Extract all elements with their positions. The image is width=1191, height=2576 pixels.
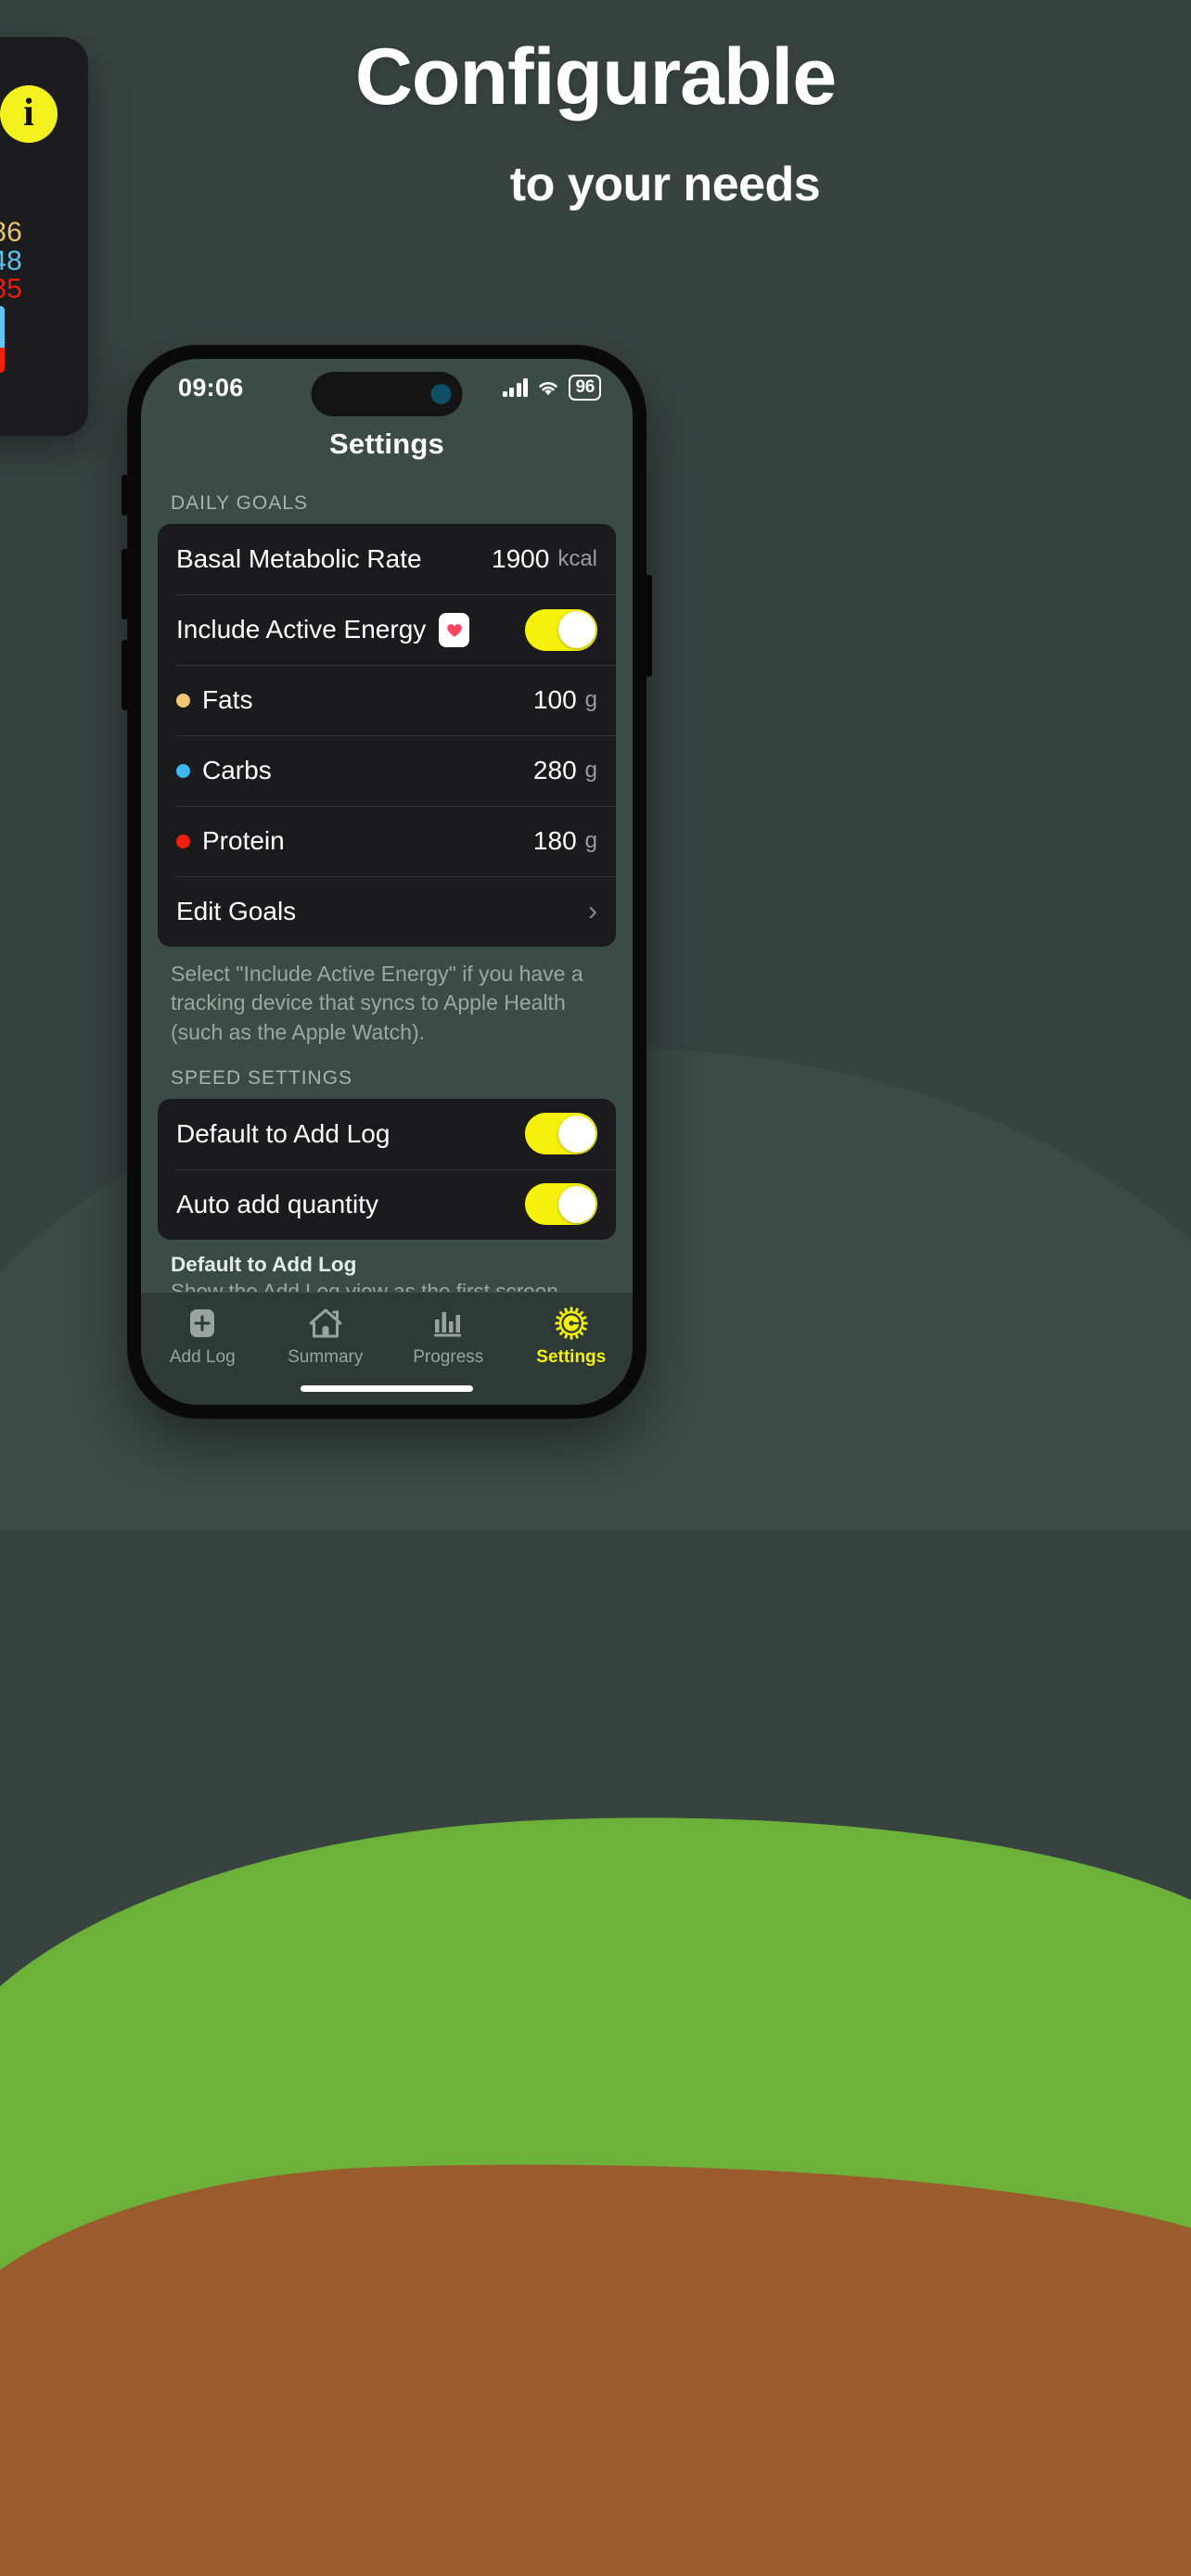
row-label: Edit Goals	[176, 897, 297, 925]
battery-indicator: 96	[569, 375, 601, 401]
row-basal-metabolic-rate[interactable]: Basal Metabolic Rate 1900 kcal	[158, 524, 616, 594]
tab-label: Settings	[536, 1347, 607, 1367]
toggle-auto-add-quantity[interactable]	[525, 1183, 597, 1226]
left-preview-numbers: 0 86 6 348 8 185	[0, 217, 88, 305]
screenshot-stage: i 0 86 6 348 8 185	[0, 0, 1191, 2576]
background-hill-brown	[0, 2141, 1191, 2576]
tab-label: Add Log	[169, 1347, 236, 1367]
status-bar-clock: 09:06	[178, 373, 244, 402]
tab-summary[interactable]: Summary	[264, 1306, 388, 1368]
row-protein[interactable]: Protein 180 g	[158, 806, 616, 876]
row-label: Auto add quantity	[176, 1189, 378, 1218]
tab-label: Progress	[413, 1347, 484, 1367]
left-num-fats-2: 86	[0, 217, 22, 248]
speed-settings-footnote-body-1: Show the Add Log view as the first scree…	[171, 1280, 558, 1292]
bar-chart-icon	[432, 1306, 464, 1341]
headline-primary: Configurable	[354, 32, 837, 121]
row-value: 180	[532, 826, 577, 855]
house-icon	[308, 1306, 343, 1341]
row-label: Basal Metabolic Rate	[176, 544, 422, 573]
left-preview-bar-chart	[0, 302, 5, 373]
row-label: Protein	[202, 826, 285, 855]
headline-secondary: to your needs	[509, 158, 821, 212]
protein-color-dot	[176, 834, 190, 848]
apple-health-heart-icon	[439, 612, 470, 647]
chevron-right-icon: ›	[588, 896, 597, 926]
row-value: 280	[532, 756, 577, 784]
toggle-default-to-add-log[interactable]	[525, 1113, 597, 1155]
plus-square-icon	[186, 1306, 218, 1341]
carbs-color-dot	[176, 763, 190, 778]
row-include-active-energy[interactable]: Include Active Energy	[158, 594, 616, 665]
front-camera-icon	[430, 384, 452, 404]
phone-device: 09:06 96 Settings DAILY GOALS Basal Meta…	[127, 345, 647, 1419]
toggle-include-active-energy[interactable]	[525, 608, 597, 651]
row-label: Default to Add Log	[176, 1118, 391, 1148]
row-unit: kcal	[557, 546, 597, 571]
row-unit: g	[584, 758, 597, 783]
phone-screen: 09:06 96 Settings DAILY GOALS Basal Meta…	[141, 359, 633, 1405]
left-num-protein-2: 185	[0, 274, 22, 305]
power-button[interactable]	[646, 575, 652, 677]
toggle-knob	[557, 1115, 596, 1153]
section-header-speed-settings: SPEED SETTINGS	[171, 1066, 353, 1089]
daily-goals-card: Basal Metabolic Rate 1900 kcal Include A…	[158, 524, 616, 947]
toggle-knob	[557, 611, 596, 648]
speed-settings-footnote: Default to Add Log Show the Add Log view …	[158, 1240, 616, 1292]
row-unit: g	[584, 828, 597, 853]
row-label: Include Active Energy	[176, 615, 427, 644]
tab-progress[interactable]: Progress	[387, 1306, 510, 1368]
home-indicator[interactable]	[301, 1385, 473, 1392]
tab-settings[interactable]: Settings	[510, 1306, 634, 1368]
row-unit: g	[584, 687, 597, 712]
wifi-icon	[536, 378, 560, 397]
left-num-carbs-2: 348	[0, 245, 22, 276]
speed-settings-footnote-title-1: Default to Add Log	[171, 1252, 357, 1276]
speed-settings-card: Default to Add Log Auto add quantity	[158, 1098, 616, 1240]
cellular-signal-icon	[502, 378, 529, 397]
row-value: 1900	[492, 544, 550, 573]
section-header-daily-goals: DAILY GOALS	[171, 492, 308, 514]
row-value: 100	[532, 685, 577, 714]
row-fats[interactable]: Fats 100 g	[158, 665, 616, 735]
tab-label: Summary	[288, 1347, 364, 1367]
dynamic-island	[311, 372, 463, 416]
daily-goals-footnote: Select "Include Active Energy" if you ha…	[171, 962, 583, 1044]
settings-scroll-content[interactable]: DAILY GOALS Basal Metabolic Rate 1900 kc…	[141, 472, 633, 1292]
row-label: Carbs	[202, 756, 272, 784]
left-preview-bar	[0, 306, 5, 373]
marketing-headline-block: Configurable to your needs	[0, 32, 1191, 212]
status-bar: 09:06 96	[141, 359, 633, 416]
fats-color-dot	[176, 693, 190, 708]
row-default-to-add-log[interactable]: Default to Add Log	[158, 1099, 616, 1169]
row-auto-add-quantity[interactable]: Auto add quantity	[158, 1168, 616, 1240]
tab-add-log[interactable]: Add Log	[141, 1306, 264, 1368]
page-title: Settings	[329, 427, 444, 460]
toggle-knob	[557, 1185, 596, 1223]
row-carbs[interactable]: Carbs 280 g	[158, 735, 616, 806]
row-label: Fats	[202, 685, 253, 714]
gear-icon	[555, 1306, 588, 1341]
status-bar-indicators: 96	[502, 375, 601, 401]
row-edit-goals[interactable]: Edit Goals ›	[158, 876, 616, 947]
